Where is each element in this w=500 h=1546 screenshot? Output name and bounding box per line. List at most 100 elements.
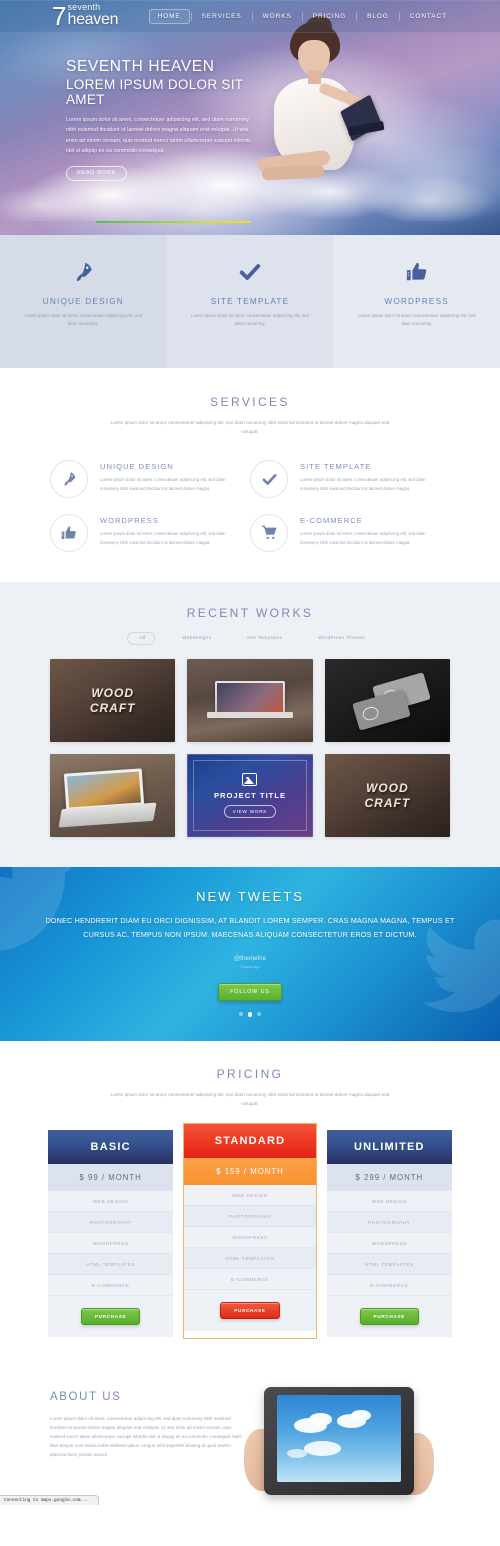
pricing-title: PRICING (216, 1066, 284, 1081)
plan-feature: E-COMMERCE (326, 1275, 452, 1297)
filter-wordpress-themes[interactable]: · WordPress Themes (306, 633, 373, 644)
service-item-wordpress[interactable]: WORDPRESS Lorem ipsum dolor sit amet, co… (50, 514, 250, 553)
follow-us-button[interactable]: FOLLOW US (218, 983, 282, 1002)
service-item-unique-design[interactable]: UNIQUE DESIGN Lorem ipsum dolor sit amet… (50, 460, 250, 499)
logo-wordmark: seventh heaven (67, 3, 118, 28)
logo-number: 7 (52, 1, 67, 31)
pricing-plan-unlimited: UNLIMITED $ 299 / MONTH WEB DESIGN PHOTO… (326, 1130, 452, 1338)
browser-status-bar: Connecting to maps.google.com... (0, 1495, 100, 1506)
slider-progress-bar (96, 221, 251, 223)
work-caption-line-1: WOOD (365, 781, 409, 796)
work-item-project-hover[interactable]: PROJECT TITLE VIEW WORK (187, 754, 313, 838)
about-image-column (244, 1387, 450, 1496)
service-body: SITE TEMPLATE Lorem ipsum dolor sit amet… (300, 460, 430, 498)
purchase-button-standard[interactable]: PURCHASE (220, 1302, 280, 1320)
nav-separator (190, 11, 192, 21)
works-title: RECENT WORKS (186, 606, 314, 621)
plan-name: UNLIMITED (326, 1130, 452, 1165)
main-menu: HOME SERVICES WORKS PRICING BLOG CONTACT (148, 8, 456, 24)
plan-cta-wrap: PURCHASE (184, 1290, 316, 1332)
service-title: UNIQUE DESIGN (100, 462, 174, 472)
nav-separator (301, 11, 303, 21)
hero-section: 7 seventh heaven HOME SERVICES WORKS PRI… (0, 0, 500, 235)
service-text: Lorem ipsum dolor sit amet, consectetuer… (300, 531, 426, 545)
tweet-timestamp: 5 hours ago (240, 965, 260, 970)
feature-title: UNIQUE DESIGN (42, 297, 124, 306)
nav-separator (398, 11, 400, 21)
nav-item-contact[interactable]: CONTACT (401, 9, 456, 24)
nav-item-home[interactable]: HOME (148, 8, 190, 24)
works-filter-bar: · All · Webdesigns · Site Templates · Wo… (0, 632, 500, 646)
purchase-button-unlimited[interactable]: PURCHASE (359, 1308, 420, 1326)
service-text: Lorem ipsum dolor sit amet, consectetuer… (100, 477, 226, 491)
carousel-dot-1[interactable] (239, 1012, 243, 1016)
work-item-wood-craft-1[interactable]: WOOD CRAFT (50, 659, 176, 743)
feature-boxes: UNIQUE DESIGN Lorem ipsum dolor sit amet… (0, 235, 500, 368)
plan-feature: HTML TEMPLATES (48, 1254, 174, 1276)
view-work-button[interactable]: VIEW WORK (223, 805, 277, 819)
service-item-site-template[interactable]: SITE TEMPLATE Lorem ipsum dolor sit amet… (250, 460, 450, 499)
plan-price: $ 159 / MONTH (184, 1158, 316, 1186)
filter-all[interactable]: · All (127, 632, 155, 646)
plan-feature: PHOTOGRAPHY (48, 1212, 174, 1234)
work-item-wood-craft-2[interactable]: WOOD CRAFT (324, 754, 450, 838)
read-more-button[interactable]: READ MORE (66, 165, 127, 181)
service-body: WORDPRESS Lorem ipsum dolor sit amet, co… (100, 514, 230, 552)
tweet-handle[interactable]: @themefire (0, 955, 500, 962)
nav-separator (356, 11, 358, 21)
tweets-title: NEW TWEETS (196, 889, 304, 905)
tweet-body: DONEC HENDRERIT DIAM EU ORCI DIGNISSIM, … (45, 916, 455, 940)
work-caption-line-2: CRAFT (89, 701, 136, 716)
plan-cta-wrap: PURCHASE (48, 1296, 174, 1338)
cloud-shape (304, 1440, 342, 1457)
feature-box-unique-design[interactable]: UNIQUE DESIGN Lorem ipsum dolor sit amet… (0, 235, 167, 368)
service-item-e-commerce[interactable]: E-COMMERCE Lorem ipsum dolor sit amet, c… (250, 514, 450, 553)
feature-box-wordpress[interactable]: WORDPRESS Lorem ipsum dolor sit amet, co… (333, 235, 500, 368)
plan-name: STANDARD (184, 1124, 316, 1159)
thumbs-up-icon (333, 257, 500, 287)
plan-price: $ 299 / MONTH (326, 1164, 452, 1192)
service-title: WORDPRESS (100, 516, 159, 526)
service-body: UNIQUE DESIGN Lorem ipsum dolor sit amet… (100, 460, 230, 498)
feature-title: WORDPRESS (384, 297, 449, 306)
feature-text: Lorem ipsum dolor sit amet, consectetuer… (357, 313, 476, 327)
nav-item-blog[interactable]: BLOG (358, 9, 398, 24)
plan-feature: WEB DESIGN (48, 1191, 174, 1213)
services-title: SERVICES (210, 395, 290, 409)
filter-webdesigns[interactable]: · Webdesigns (171, 633, 220, 644)
carousel-dot-3[interactable] (257, 1012, 261, 1016)
page-root: 7 seventh heaven HOME SERVICES WORKS PRI… (0, 0, 500, 1506)
plan-feature: WORDPRESS (326, 1233, 452, 1255)
rocket-icon (50, 460, 88, 499)
tablet-illustration (244, 1387, 434, 1496)
service-text: Lorem ipsum dolor sit amet, consectetuer… (300, 477, 426, 491)
plan-feature: PHOTOGRAPHY (326, 1212, 452, 1234)
service-text: Lorem ipsum dolor sit amet, consectetuer… (100, 531, 226, 545)
plan-feature: E-COMMERCE (48, 1275, 174, 1297)
nav-item-works[interactable]: WORKS (254, 9, 301, 24)
work-item-laptop-room[interactable] (187, 659, 313, 743)
nav-separator (251, 11, 253, 21)
filter-site-templates[interactable]: · Site Templates (235, 633, 290, 644)
plan-feature: E-COMMERCE (184, 1269, 316, 1291)
services-section: SERVICES Lorem ipsum dolor sit amet, con… (0, 368, 500, 583)
nav-item-services[interactable]: SERVICES (193, 9, 251, 24)
site-logo[interactable]: 7 seventh heaven (52, 1, 118, 31)
purchase-button-basic[interactable]: PURCHASE (80, 1308, 141, 1326)
plan-name: BASIC (48, 1130, 174, 1165)
plan-feature: WEB DESIGN (184, 1185, 316, 1207)
plan-feature: PHOTOGRAPHY (184, 1206, 316, 1228)
about-inner: ABOUT US Lorem ipsum dolor sit amet, con… (50, 1387, 450, 1496)
pricing-grid: BASIC $ 99 / MONTH WEB DESIGN PHOTOGRAPH… (48, 1123, 452, 1340)
work-item-business-cards[interactable] (324, 659, 450, 743)
feature-box-site-template[interactable]: SITE TEMPLATE Lorem ipsum dolor sit amet… (166, 235, 334, 368)
about-title: ABOUT US (50, 1391, 122, 1404)
nav-item-pricing[interactable]: PRICING (304, 9, 355, 24)
feature-title: SITE TEMPLATE (210, 297, 290, 306)
about-us-section: ABOUT US Lorem ipsum dolor sit amet, con… (0, 1369, 500, 1506)
tablet-screen (277, 1395, 401, 1483)
carousel-dot-2-active[interactable] (247, 1012, 253, 1017)
plan-feature: WEB DESIGN (326, 1191, 452, 1213)
service-title: E-COMMERCE (300, 516, 363, 526)
work-item-laptop-outdoor[interactable] (50, 754, 176, 838)
